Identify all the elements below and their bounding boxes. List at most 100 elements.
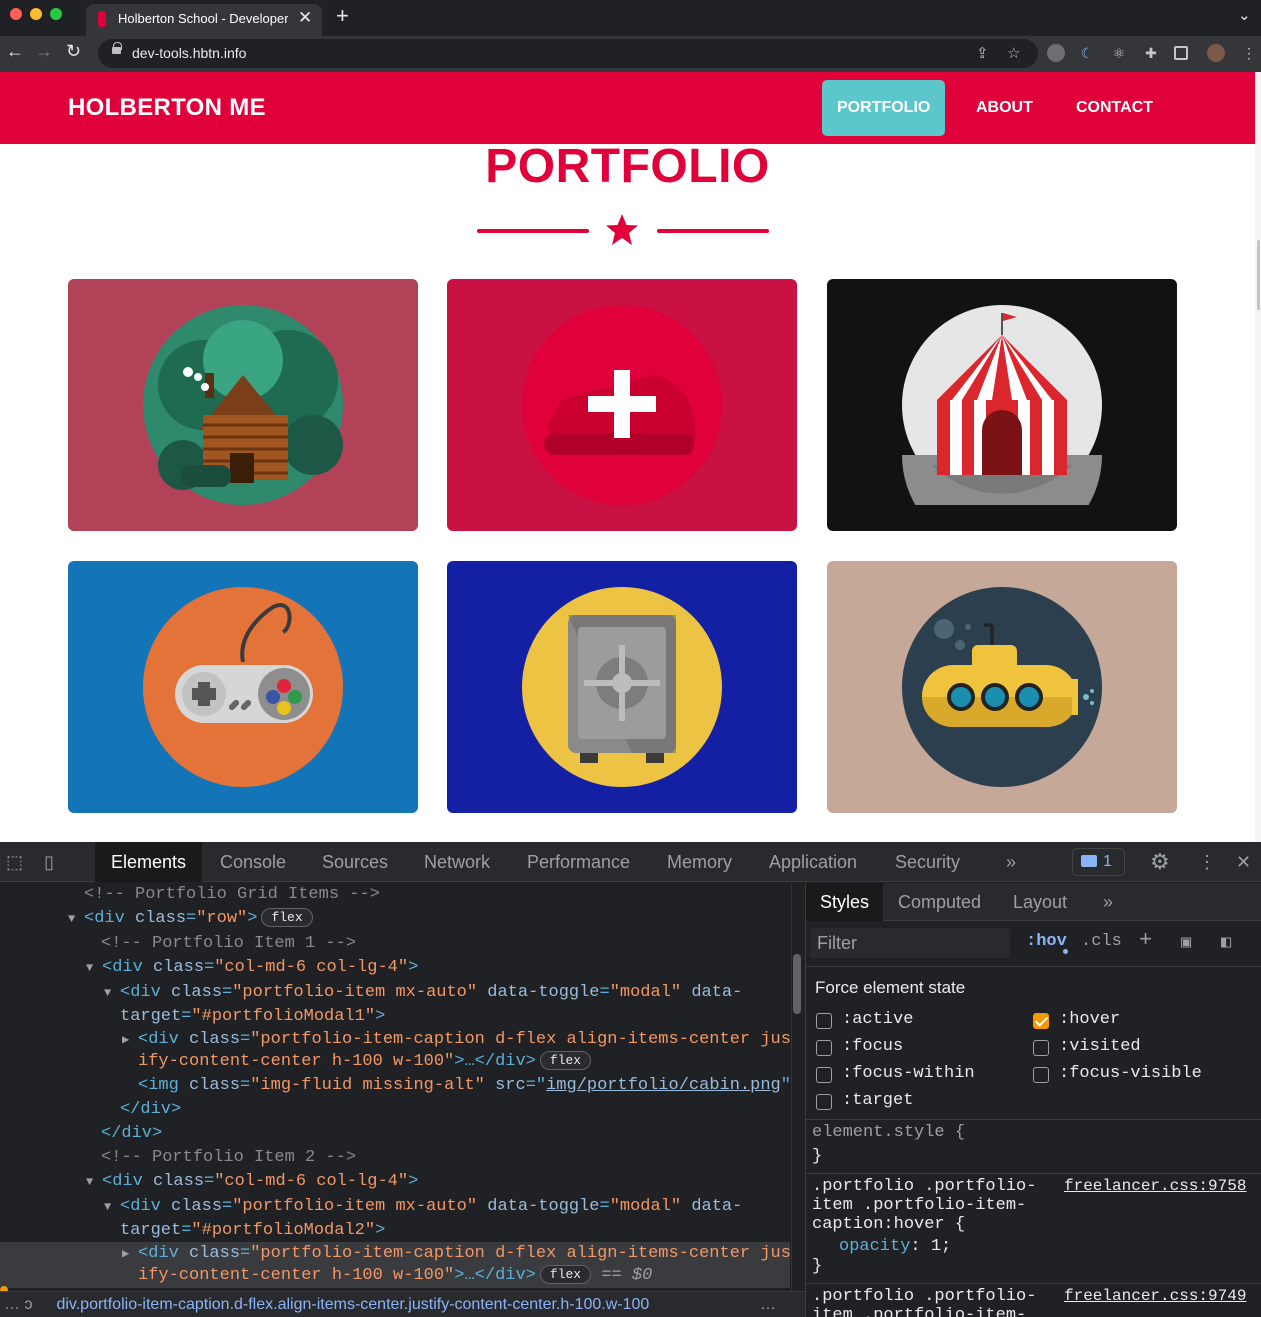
extensions-puzzle-icon[interactable]: ✚	[1142, 44, 1160, 62]
expand-triangle-icon[interactable]: ▼	[68, 907, 84, 931]
tab-network[interactable]: Network	[408, 842, 506, 882]
profile-avatar[interactable]	[1207, 44, 1225, 62]
collapse-triangle-icon[interactable]: ▶	[122, 1028, 138, 1052]
elements-tree[interactable]: <!-- Portfolio Grid Items --> ▼ <div clas…	[0, 883, 790, 1291]
rule1-value[interactable]: 1;	[931, 1237, 951, 1256]
breadcrumb-overflow-icon[interactable]: … ɔ	[0, 1296, 42, 1313]
page-scrollbar-thumb[interactable]	[1257, 240, 1260, 310]
portfolio-item-submarine[interactable]	[827, 561, 1177, 813]
bookmark-star-icon[interactable]: ☆	[1007, 44, 1020, 62]
browser-tab[interactable]: Holberton School - Developer Tools ✕	[86, 4, 322, 36]
expand-triangle-icon[interactable]: ▼	[104, 1195, 120, 1219]
settings-gear-icon[interactable]: ⚙	[1150, 849, 1170, 875]
portfolio-item-circus[interactable]	[827, 279, 1177, 531]
hov-toggle[interactable]: :hov	[1026, 932, 1067, 951]
focus-within-checkbox[interactable]	[816, 1067, 832, 1083]
expand-triangle-icon[interactable]: ▼	[86, 1170, 102, 1194]
close-window-button[interactable]	[10, 8, 22, 20]
styles-filter-input[interactable]: Filter	[810, 928, 1010, 958]
tree-line[interactable]: target="#portfolioModal1">	[0, 1005, 790, 1029]
rule1-selector-line[interactable]: caption:hover {	[812, 1215, 965, 1234]
back-icon[interactable]: ←	[6, 41, 24, 62]
styles-more-tabs-icon[interactable]: »	[1089, 883, 1127, 921]
rule2-selector-line[interactable]: .portfolio .portfolio-	[812, 1287, 1036, 1306]
tab-performance[interactable]: Performance	[511, 842, 646, 882]
portfolio-item-cabin[interactable]	[68, 279, 418, 531]
tab-console[interactable]: Console	[204, 842, 302, 882]
tree-line-selected[interactable]: ify-content-center h-100 w-100">…</div> f…	[0, 1264, 790, 1288]
toggle-sidebar-icon[interactable]: ◧	[1221, 932, 1231, 953]
close-tab-icon[interactable]: ✕	[298, 8, 312, 28]
tree-line[interactable]: <img class="img-fluid missing-alt" src="…	[0, 1074, 790, 1098]
tab-security[interactable]: Security	[879, 842, 976, 882]
tree-line[interactable]: <!-- Portfolio Grid Items -->	[0, 883, 790, 907]
flex-badge[interactable]: flex	[539, 1051, 592, 1070]
collapse-triangle-icon[interactable]: ▶	[122, 1242, 138, 1266]
tab-computed[interactable]: Computed	[884, 883, 995, 921]
portfolio-item-game[interactable]	[68, 561, 418, 813]
tree-line[interactable]: ▶ <div class="portfolio-item-caption d-fl…	[0, 1028, 790, 1052]
rule1-declaration[interactable]: opacity: 1;	[839, 1237, 951, 1256]
minimize-window-button[interactable]	[30, 8, 42, 20]
tab-styles[interactable]: Styles	[806, 883, 884, 921]
expand-triangle-icon[interactable]: ▼	[104, 981, 120, 1005]
new-style-rule-icon[interactable]: +	[1139, 928, 1152, 953]
element-style-selector[interactable]: element.style {	[812, 1123, 965, 1142]
tab-layout[interactable]: Layout	[999, 883, 1081, 921]
tab-sources[interactable]: Sources	[306, 842, 404, 882]
visited-checkbox[interactable]	[1033, 1040, 1049, 1056]
tree-line[interactable]: <!-- Portfolio Item 1 -->	[0, 932, 790, 956]
active-checkbox[interactable]	[816, 1013, 832, 1029]
share-icon[interactable]: ⇪	[976, 44, 989, 62]
elements-scrollbar[interactable]	[791, 883, 804, 1291]
flex-badge[interactable]: flex	[539, 1265, 592, 1284]
page-scrollbar[interactable]	[1255, 72, 1261, 842]
devtools-menu-icon[interactable]: ⋮	[1198, 852, 1216, 873]
tree-line[interactable]: ▼ <div class="portfolio-item mx-auto" dat…	[0, 981, 790, 1005]
tree-line-selected[interactable]: ▶ <div class="portfolio-item-caption d-fl…	[0, 1242, 790, 1266]
rule2-source-link[interactable]: freelancer.css:9749	[1064, 1287, 1246, 1305]
rule1-property[interactable]: opacity	[839, 1237, 910, 1256]
extension-avatar-icon[interactable]	[1047, 44, 1065, 62]
portfolio-item-safe[interactable]	[447, 561, 797, 813]
new-tab-button[interactable]: +	[336, 3, 349, 29]
breadcrumb-more-icon[interactable]: …	[760, 1292, 776, 1317]
tree-line[interactable]: ▼ <div class="col-md-6 col-lg-4">	[0, 956, 790, 980]
rule1-selector-line[interactable]: .portfolio .portfolio-	[812, 1177, 1036, 1196]
hover-checkbox[interactable]	[1033, 1013, 1049, 1029]
expand-triangle-icon[interactable]: ▼	[86, 956, 102, 980]
more-tabs-icon[interactable]: »	[990, 842, 1032, 882]
rule1-selector-line[interactable]: item .portfolio-item-	[812, 1196, 1026, 1215]
paint-brush-icon[interactable]: ▣	[1181, 932, 1191, 953]
elements-scrollbar-thumb[interactable]	[793, 954, 801, 1014]
device-toolbar-icon[interactable]: ▯	[44, 852, 54, 873]
breadcrumb[interactable]: … ɔ div.portfolio-item-caption.d-flex.ali…	[0, 1291, 805, 1317]
img-src-link[interactable]: img/portfolio/cabin.png	[546, 1076, 781, 1095]
tab-application[interactable]: Application	[753, 842, 873, 882]
rule2-selector-line[interactable]: item .portfolio-item-	[812, 1306, 1026, 1317]
nav-link-contact[interactable]: CONTACT	[1061, 80, 1168, 136]
browser-menu-icon[interactable]: ⋮	[1240, 44, 1258, 62]
site-brand[interactable]: HOLBERTON ME	[68, 94, 266, 122]
close-devtools-icon[interactable]: ✕	[1236, 852, 1251, 873]
flex-badge[interactable]: flex	[261, 908, 313, 927]
tab-elements[interactable]: Elements	[95, 842, 203, 882]
tree-line[interactable]: <!-- Portfolio Item 2 -->	[0, 1146, 790, 1170]
rule1-source-link[interactable]: freelancer.css:9758	[1064, 1177, 1246, 1195]
extension-moon-icon[interactable]: ☾	[1078, 44, 1096, 62]
tree-line[interactable]: </div>	[0, 1098, 790, 1122]
side-panel-icon[interactable]	[1174, 46, 1188, 60]
tree-line[interactable]: target="#portfolioModal2">	[0, 1219, 790, 1243]
cls-toggle[interactable]: .cls	[1081, 932, 1122, 951]
tree-line[interactable]: ify-content-center h-100 w-100">…</div> f…	[0, 1050, 790, 1074]
inspect-element-icon[interactable]: ⬚	[6, 852, 23, 873]
nav-link-about[interactable]: ABOUT	[961, 80, 1048, 136]
tree-line[interactable]: ▼ <div class="col-md-6 col-lg-4">	[0, 1170, 790, 1194]
tab-memory[interactable]: Memory	[651, 842, 748, 882]
url-text[interactable]: dev-tools.hbtn.info	[132, 45, 246, 61]
reload-icon[interactable]: ↻	[66, 41, 81, 62]
focus-checkbox[interactable]	[816, 1040, 832, 1056]
tree-line[interactable]: ▼ <div class="portfolio-item mx-auto" dat…	[0, 1195, 790, 1219]
react-devtools-icon[interactable]: ⚛	[1110, 44, 1128, 62]
address-bar[interactable]: dev-tools.hbtn.info ⇪ ☆	[98, 39, 1038, 68]
